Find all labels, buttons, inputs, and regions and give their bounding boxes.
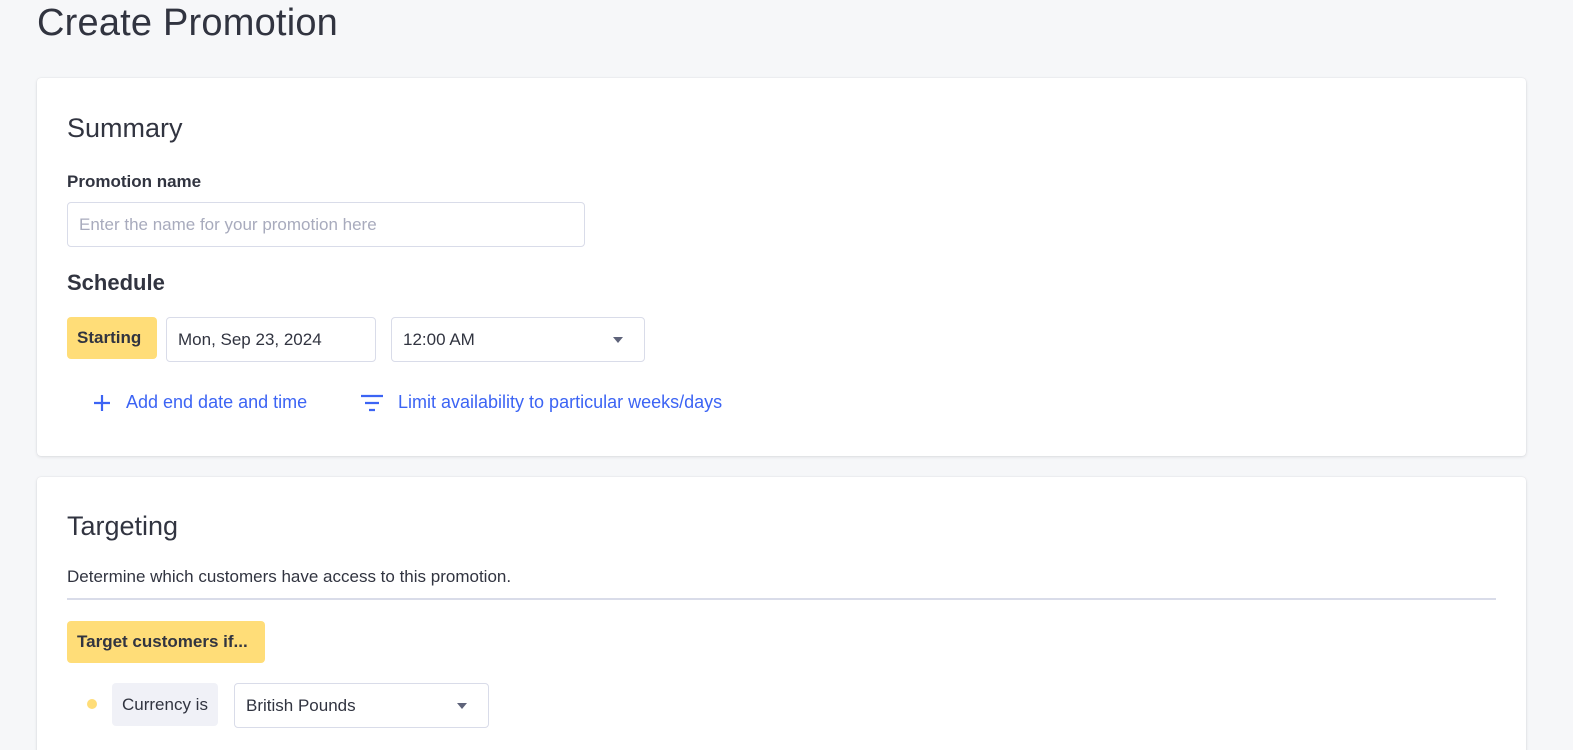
targeting-description: Determine which customers have access to… <box>67 567 512 586</box>
schedule-title: Schedule <box>67 270 165 295</box>
start-date-input[interactable]: Mon, Sep 23, 2024 <box>166 317 376 362</box>
summary-card: Summary Promotion name Schedule Starting… <box>37 78 1526 456</box>
starting-badge: Starting <box>67 317 157 359</box>
currency-condition-label: Currency is <box>112 683 218 726</box>
plus-icon <box>94 394 110 411</box>
start-time-select[interactable]: 12:00 AM <box>391 317 645 362</box>
currency-select[interactable]: British Pounds <box>234 683 489 728</box>
targeting-card: Targeting Determine which customers have… <box>37 477 1526 750</box>
promotion-name-input[interactable] <box>67 202 585 247</box>
start-date-value: Mon, Sep 23, 2024 <box>178 329 322 349</box>
caret-down-icon <box>613 336 623 343</box>
filter-icon <box>361 394 383 411</box>
target-customers-badge: Target customers if... <box>67 621 265 663</box>
start-time-value: 12:00 AM <box>403 329 475 349</box>
promotion-name-label: Promotion name <box>67 172 202 191</box>
summary-title: Summary <box>67 113 183 143</box>
limit-availability-label: Limit availability to particular weeks/d… <box>398 392 723 412</box>
divider <box>67 598 1496 600</box>
page-title: Create Promotion <box>37 2 339 44</box>
targeting-title: Targeting <box>67 511 179 541</box>
add-end-date-button[interactable]: Add end date and time <box>92 392 307 413</box>
caret-down-icon <box>457 702 467 709</box>
limit-availability-button[interactable]: Limit availability to particular weeks/d… <box>360 392 722 413</box>
condition-bullet-icon <box>87 699 97 709</box>
create-promotion-page: Create Promotion Summary Promotion name … <box>0 0 1573 750</box>
currency-value: British Pounds <box>246 695 356 715</box>
add-end-date-label: Add end date and time <box>126 392 308 412</box>
